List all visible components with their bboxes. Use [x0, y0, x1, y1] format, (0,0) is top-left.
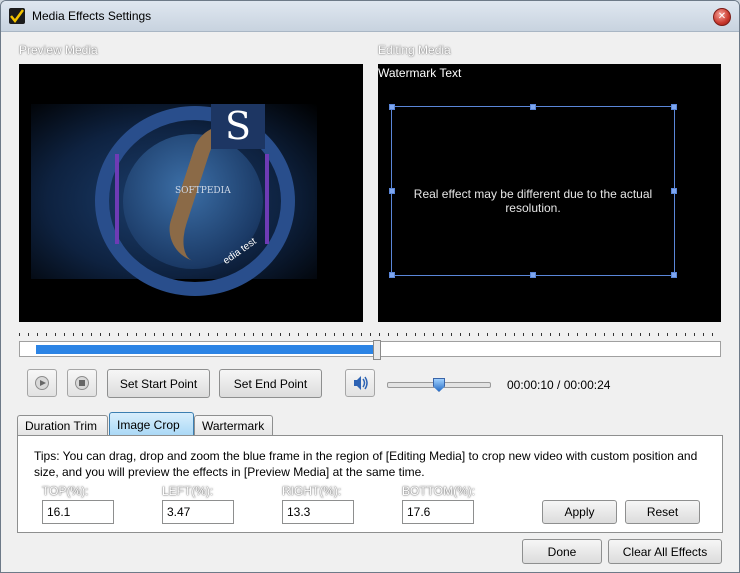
timeline-thumb[interactable]: [373, 340, 382, 360]
tab-watermark[interactable]: Wartermark: [194, 415, 273, 436]
timeline-ruler: [19, 331, 721, 339]
left-percent-input[interactable]: [162, 500, 234, 524]
crop-handle-bottom-left[interactable]: [389, 272, 395, 278]
title-bar: Media Effects Settings ✕: [1, 1, 739, 32]
preview-watermark-text: SOFTPEDIA: [175, 186, 231, 196]
stop-button[interactable]: [67, 369, 97, 397]
bottom-percent-input[interactable]: [402, 500, 474, 524]
done-button[interactable]: Done: [522, 539, 602, 564]
crop-note: Real effect may be different due to the …: [413, 187, 653, 215]
bottom-percent-label: BOTTOM(%):: [402, 484, 476, 498]
preview-left-bar: [115, 154, 119, 244]
media-effects-window: Media Effects Settings ✕ Preview Media E…: [0, 0, 740, 573]
preview-video-frame: S SOFTPEDIA edia test: [31, 104, 317, 296]
time-total: 00:00:24: [563, 378, 611, 392]
watermark-text-label: Watermark Text: [378, 66, 462, 80]
tab-image-crop[interactable]: Image Crop: [109, 412, 194, 436]
timeline-slider[interactable]: [19, 340, 721, 360]
window-title: Media Effects Settings: [32, 9, 152, 23]
timeline-progress: [36, 345, 374, 354]
preview-right-bar: [265, 154, 269, 244]
crop-handle-top-right[interactable]: [671, 104, 677, 110]
right-percent-label: RIGHT(%):: [282, 484, 342, 498]
right-percent-input[interactable]: [282, 500, 354, 524]
apply-button[interactable]: Apply: [542, 500, 617, 524]
close-icon: ✕: [717, 11, 727, 22]
crop-handle-bottom[interactable]: [530, 272, 536, 278]
crop-handle-top[interactable]: [530, 104, 536, 110]
time-separator: /: [553, 378, 564, 392]
top-percent-label: TOP(%):: [42, 484, 89, 498]
crop-frame[interactable]: Real effect may be different due to the …: [389, 104, 677, 278]
tab-duration-trim[interactable]: Duration Trim: [17, 415, 108, 436]
editing-media-pane: Watermark Text Real effect may be differ…: [378, 64, 721, 322]
speaker-icon: [354, 376, 368, 390]
preview-media-label: Preview Media: [19, 43, 98, 57]
app-icon: [9, 8, 25, 24]
crop-tips: Tips: You can drag, drop and zoom the bl…: [34, 449, 698, 479]
left-percent-label: LEFT(%):: [162, 484, 214, 498]
preview-logo: S: [211, 104, 265, 149]
preview-media-pane: S SOFTPEDIA edia test: [19, 64, 363, 322]
close-button[interactable]: ✕: [713, 8, 731, 26]
reset-button[interactable]: Reset: [625, 500, 700, 524]
crop-handle-bottom-right[interactable]: [671, 272, 677, 278]
time-current: 00:00:10: [507, 378, 554, 392]
image-crop-panel: Tips: You can drag, drop and zoom the bl…: [17, 435, 723, 533]
volume-slider[interactable]: [387, 378, 491, 392]
top-percent-input[interactable]: [42, 500, 114, 524]
stop-icon: [75, 376, 89, 390]
editing-media-label: Editing Media: [378, 43, 451, 57]
volume-button[interactable]: [345, 369, 375, 397]
crop-handle-top-left[interactable]: [389, 104, 395, 110]
set-start-point-button[interactable]: Set Start Point: [107, 369, 210, 398]
play-icon: [35, 376, 49, 390]
set-end-point-button[interactable]: Set End Point: [219, 369, 322, 398]
clear-all-effects-button[interactable]: Clear All Effects: [608, 539, 722, 564]
volume-thumb[interactable]: [433, 378, 445, 392]
play-button[interactable]: [27, 369, 57, 397]
time-readout: 00:00:10 / 00:00:24: [507, 378, 610, 392]
